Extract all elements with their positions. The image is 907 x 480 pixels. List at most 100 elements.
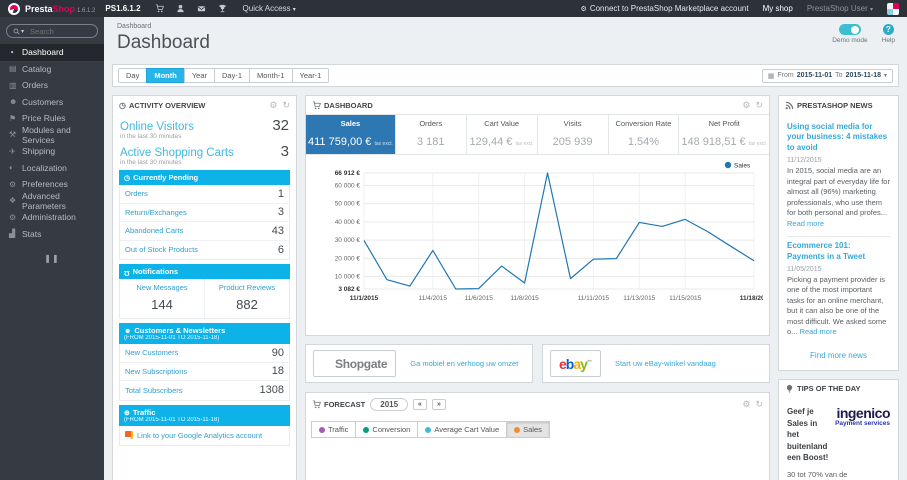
toggle-conversion[interactable]: Conversion xyxy=(355,421,419,438)
kpi-orders[interactable]: Orders 3 181 xyxy=(394,115,466,154)
toggle-on-icon[interactable] xyxy=(838,24,861,35)
preferences-icon: ⚙ xyxy=(9,179,17,189)
chevron-down-icon: ▾ xyxy=(883,73,887,79)
period-month-button[interactable]: Month xyxy=(146,68,185,83)
period-day-button[interactable]: Day xyxy=(118,68,148,83)
news-article: Using social media for your business: 4 … xyxy=(787,122,890,228)
quick-access-menu[interactable]: Quick Access ▾ xyxy=(243,4,296,13)
active-carts-link[interactable]: Active Shopping Carts xyxy=(120,147,234,159)
ebay-link[interactable]: Start uw eBay-winkel vandaag xyxy=(615,359,716,368)
sidebar-item-administration[interactable]: ⚙ Administration xyxy=(0,209,104,226)
traffic-section-range: (FROM 2015-11-01 TO 2015-11-18) xyxy=(124,416,220,423)
sidebar-item-catalog[interactable]: ▤ Catalog xyxy=(0,61,104,78)
read-more-link[interactable]: Read more xyxy=(800,327,837,336)
forecast-prev-button[interactable]: « xyxy=(413,398,427,410)
new-customers-link[interactable]: New Customers xyxy=(125,348,178,357)
kpi-net-profit[interactable]: Net Profit 148 918,51 € tax excl. xyxy=(678,115,769,154)
sidebar-item-shipping[interactable]: ✈ Shipping xyxy=(0,143,104,160)
help-icon[interactable]: ? xyxy=(882,24,894,35)
brand-version: 1.6.1.2 xyxy=(77,7,96,14)
sidebar-item-stats[interactable]: ▟ Stats xyxy=(0,226,104,243)
user-menu[interactable]: PrestaShop User ▾ xyxy=(807,4,873,13)
my-shop-link[interactable]: My shop xyxy=(763,4,793,13)
read-more-link[interactable]: Read more xyxy=(787,219,824,228)
sidebar-item-modules[interactable]: ⚒ Modules and Services xyxy=(0,125,104,145)
ebay-banner[interactable]: ebay™ Start uw eBay-winkel vandaag xyxy=(542,344,770,383)
news-article-title[interactable]: Using social media for your business: 4 … xyxy=(787,122,890,153)
period-year-1-button[interactable]: Year-1 xyxy=(291,68,330,83)
notifications-cells: New Messages 144 Product Reviews 882 xyxy=(119,279,290,319)
forecast-year[interactable]: 2015 xyxy=(370,397,409,411)
period-month-1-button[interactable]: Month-1 xyxy=(249,68,293,83)
topbar-icons xyxy=(155,4,227,13)
abandoned-carts-link[interactable]: Abandoned Carts xyxy=(125,226,183,235)
forecast-next-button[interactable]: » xyxy=(431,398,446,410)
period-day-1-button[interactable]: Day-1 xyxy=(214,68,251,83)
sidebar-item-dashboard[interactable]: ◔ Dashboard xyxy=(0,44,104,61)
refresh-icon[interactable]: ↻ xyxy=(755,399,763,410)
dashboard-panel: Dashboard ⚙ ↻ Sales 411 759,00 € tax exc… xyxy=(305,95,770,336)
toggle-traffic[interactable]: Traffic xyxy=(311,421,357,438)
toggle-sales[interactable]: Sales xyxy=(506,421,550,438)
date-range-picker[interactable]: ▦ From 2015-11-01 To 2015-11-18 ▾ xyxy=(761,68,893,83)
customer-icon[interactable] xyxy=(176,4,185,13)
shopgate-banner[interactable]: Shopgate Ga mobiel en verhoog uw omzet xyxy=(305,344,533,383)
search-icon xyxy=(13,28,20,35)
new-messages-link[interactable]: New Messages xyxy=(122,283,202,292)
product-reviews-link[interactable]: Product Reviews xyxy=(207,283,287,292)
news-article-title[interactable]: Ecommerce 101: Payments in a Tweet xyxy=(787,241,890,262)
search-scope-caret-icon[interactable]: ▾ xyxy=(21,28,24,35)
sidebar-item-customers[interactable]: ☻ Customers xyxy=(0,94,104,111)
period-year-button[interactable]: Year xyxy=(183,68,215,83)
messages-icon[interactable] xyxy=(197,4,206,13)
cart-icon[interactable] xyxy=(155,4,164,13)
traffic-section-header: ⊕ Traffic (FROM 2015-11-01 TO 2015-11-18) xyxy=(119,404,290,426)
dashboard-panel-header: Dashboard ⚙ ↻ xyxy=(306,96,769,114)
pending-returns-link[interactable]: Return/Exchanges xyxy=(125,208,187,217)
toggle-average-cart-value[interactable]: Average Cart Value xyxy=(417,421,508,438)
globe-icon: ⊕ xyxy=(124,409,130,417)
page-header: Dashboard Dashboard Demo mode ? Help xyxy=(104,17,907,58)
gear-icon[interactable]: ⚙ xyxy=(742,399,750,410)
pending-rows: Orders 1 Return/Exchanges 3 Abandoned Cart… xyxy=(119,185,290,260)
pending-orders-link[interactable]: Orders xyxy=(125,189,148,198)
sidebar-item-localization[interactable]: ◐ Localization xyxy=(0,160,104,177)
online-visitors-link[interactable]: Online Visitors xyxy=(120,121,194,133)
find-more-news-link[interactable]: Find more news xyxy=(787,345,890,364)
sidebar-item-orders[interactable]: ▥ Orders xyxy=(0,77,104,94)
catalog-icon: ▤ xyxy=(9,64,17,74)
shopgate-link[interactable]: Ga mobiel en verhoog uw omzet xyxy=(410,359,518,368)
google-analytics-link[interactable]: Link to your Google Analytics account xyxy=(119,425,290,446)
sidebar-item-advanced-parameters[interactable]: ❖ Advanced Parameters xyxy=(0,191,104,211)
cart-icon xyxy=(312,399,321,409)
gear-icon[interactable]: ⚙ xyxy=(269,100,277,111)
svg-text:30 000 €: 30 000 € xyxy=(335,237,361,244)
total-subscribers-link[interactable]: Total Subscribers xyxy=(125,386,183,395)
sales-line-chart[interactable]: 66 912 € 60 000 € 50 000 € 40 000 € 30 000 €… xyxy=(310,157,769,317)
kpi-visits[interactable]: Visits 205 939 xyxy=(536,115,608,154)
sidebar-collapse-icon[interactable]: ❚❚ xyxy=(0,254,104,263)
refresh-icon[interactable]: ↻ xyxy=(282,100,290,111)
traffic-dot-icon xyxy=(319,426,325,433)
search-input[interactable] xyxy=(28,25,91,37)
refresh-icon[interactable]: ↻ xyxy=(755,100,763,111)
trophy-icon[interactable] xyxy=(218,4,227,13)
kpi-conversion-rate[interactable]: Conversion Rate 1.54% xyxy=(607,115,679,154)
demo-mode-toggle[interactable]: Demo mode xyxy=(832,24,868,44)
sidebar: ▾ ◔Dashboard ▤Catalog ▥Orders ☻Customers… xyxy=(0,17,104,480)
marketplace-link[interactable]: ⚙ Connect to PrestaShop Marketplace acco… xyxy=(581,4,749,13)
chevron-down-icon: ▾ xyxy=(869,7,873,13)
user-avatar[interactable] xyxy=(887,2,899,15)
kpi-sales[interactable]: Sales 411 759,00 € tax excl. xyxy=(306,115,395,154)
lightbulb-icon xyxy=(785,384,794,394)
breadcrumb[interactable]: Dashboard xyxy=(117,23,897,30)
new-subscriptions-link[interactable]: New Subscriptions xyxy=(125,367,187,376)
out-of-stock-link[interactable]: Out of Stock Products xyxy=(125,245,198,254)
prestashop-news-panel: PrestaShop News Using social media for y… xyxy=(778,95,899,371)
sidebar-search[interactable]: ▾ xyxy=(6,24,98,38)
pending-section-header: ◷ Currently Pending xyxy=(119,170,290,185)
shop-name[interactable]: PS1.6.1.2 xyxy=(105,4,140,13)
gear-icon[interactable]: ⚙ xyxy=(742,100,750,111)
help-button[interactable]: ? Help xyxy=(882,24,895,44)
kpi-cart-value[interactable]: Cart Value 129,44 € tax excl. xyxy=(465,115,537,154)
